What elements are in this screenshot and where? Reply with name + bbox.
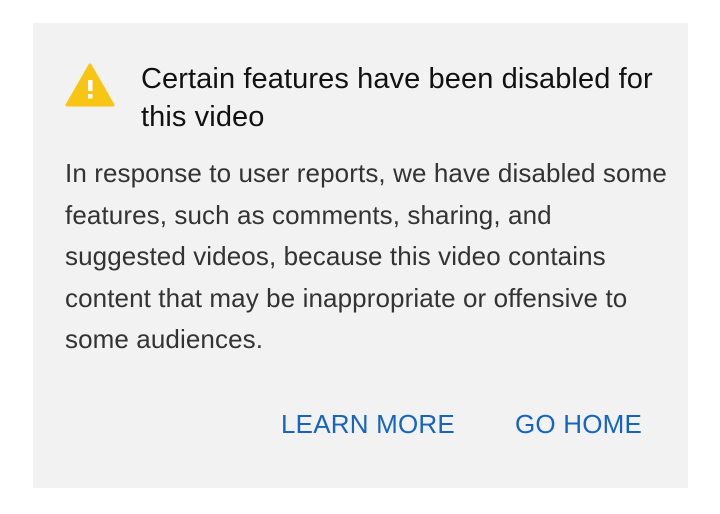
dialog-message: In response to user reports, we have dis… (65, 158, 667, 354)
go-home-button[interactable]: GO HOME (515, 404, 642, 444)
dialog-header: Certain features have been disabled for … (33, 23, 688, 143)
dialog-actions: LEARN MORE GO HOME (33, 404, 688, 444)
feature-disabled-dialog: Certain features have been disabled for … (33, 23, 688, 488)
dialog-title: Certain features have been disabled for … (141, 63, 653, 133)
learn-more-button[interactable]: LEARN MORE (281, 404, 455, 444)
warning-triangle-icon (65, 63, 115, 107)
